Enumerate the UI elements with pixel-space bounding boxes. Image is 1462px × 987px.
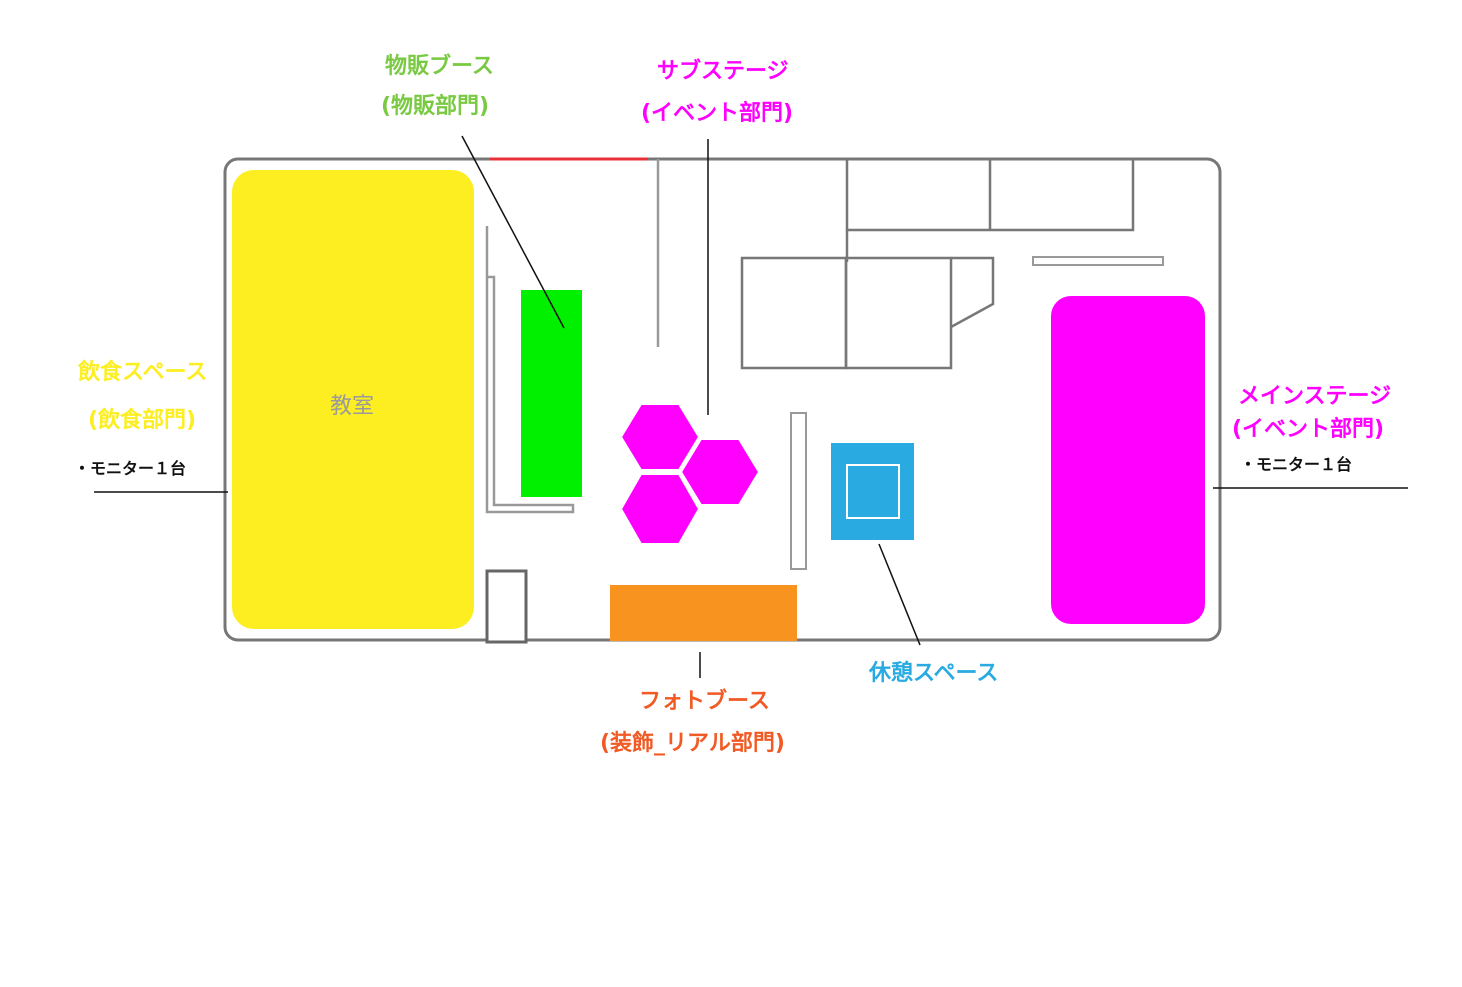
classroom-label: 教室 [330,394,375,419]
sub-stage-dept: (イベント部門) [641,101,794,126]
storage-box [485,569,528,644]
merch-booth [521,290,582,497]
main-stage-title: メインステージ [1238,384,1392,409]
dining-note: ・モニター１台 [74,459,187,478]
photo-booth-dept: (装飾_リアル部門) [600,731,785,756]
merch-dept: (物販部門) [381,94,490,119]
rest-area [831,443,914,540]
merch-title: 物販ブース [385,54,494,79]
dining-dept: (飲食部門) [88,408,197,433]
photo-booth-title: フォトブース [639,689,770,714]
rest-area-title: 休憩スペース [869,661,999,686]
sub-stage-title: サブステージ [657,59,789,84]
dining-title: 飲食スペース [78,360,208,385]
main-stage [1051,296,1205,624]
photo-booth [610,585,797,641]
main-stage-dept: (イベント部門) [1232,417,1385,442]
main-stage-note: ・モニター１台 [1240,455,1353,474]
floor-map [94,135,1408,678]
